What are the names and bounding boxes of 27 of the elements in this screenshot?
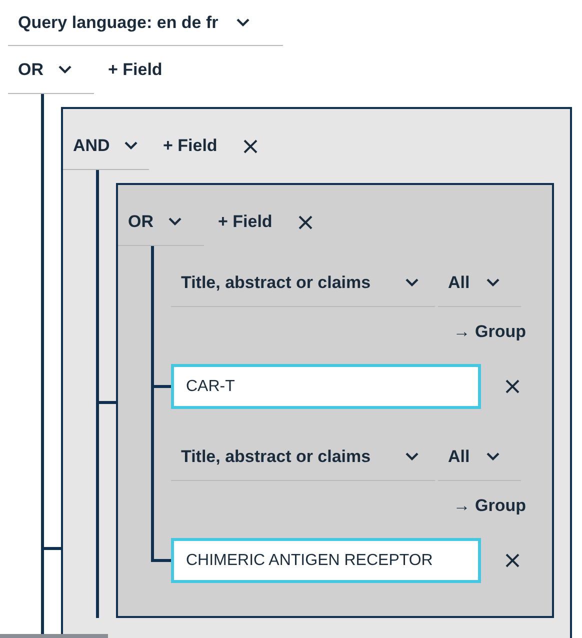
close-icon <box>242 138 258 154</box>
field-select[interactable]: Title, abstract or claims <box>171 433 435 481</box>
match-select[interactable]: All <box>438 433 521 481</box>
chevron-icon <box>405 278 419 287</box>
group-link[interactable]: → Group <box>453 493 526 519</box>
operator-select[interactable]: AND <box>63 122 149 170</box>
input-field[interactable]: CAR-T <box>171 364 481 409</box>
chevron-icon <box>405 452 419 461</box>
chevron-icon <box>168 217 182 226</box>
chevron-icon <box>486 278 500 287</box>
add-field-button[interactable]: + Field <box>153 122 228 170</box>
close-icon <box>504 553 520 568</box>
field-select[interactable]: Title, abstract or claims <box>171 259 435 307</box>
language-select[interactable]: Query language: en de fr <box>8 0 283 46</box>
input-field[interactable]: CHIMERIC ANTIGEN RECEPTOR <box>171 538 481 583</box>
chevron-icon <box>486 452 500 461</box>
operator-select[interactable]: OR <box>8 46 94 94</box>
add-field-button[interactable]: + Field <box>98 46 172 94</box>
add-field-button[interactable]: + Field <box>208 198 282 246</box>
match-select[interactable]: All <box>438 259 521 307</box>
group-link[interactable]: → Group <box>453 319 526 345</box>
chevron-icon <box>124 141 138 150</box>
chevron-icon <box>58 65 72 74</box>
close-icon <box>298 214 313 230</box>
close-icon <box>504 379 520 394</box>
chevron-icon <box>236 18 250 27</box>
operator-select[interactable]: OR <box>118 198 204 246</box>
